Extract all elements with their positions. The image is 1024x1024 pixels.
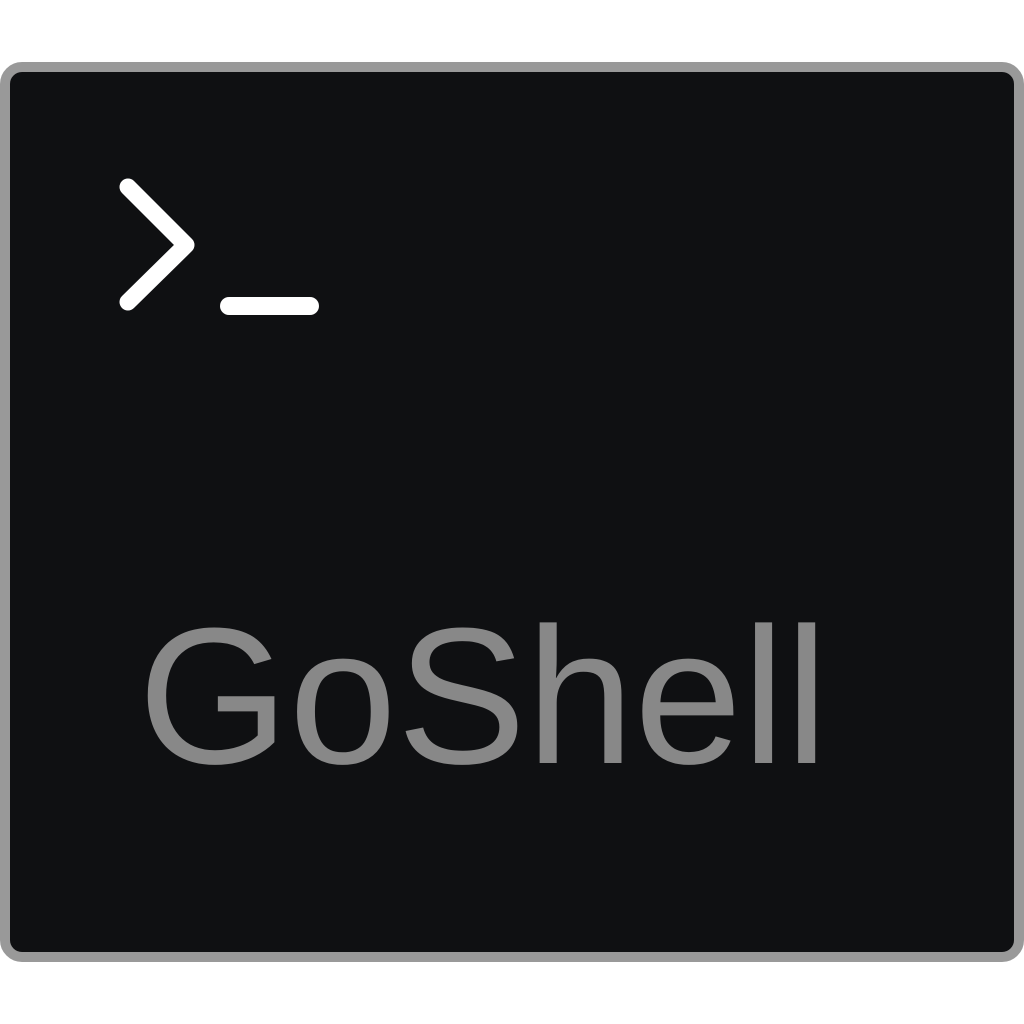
app-name: GoShell xyxy=(138,588,829,805)
terminal-prompt-icon xyxy=(119,178,319,315)
chevron-right-icon xyxy=(119,178,195,311)
